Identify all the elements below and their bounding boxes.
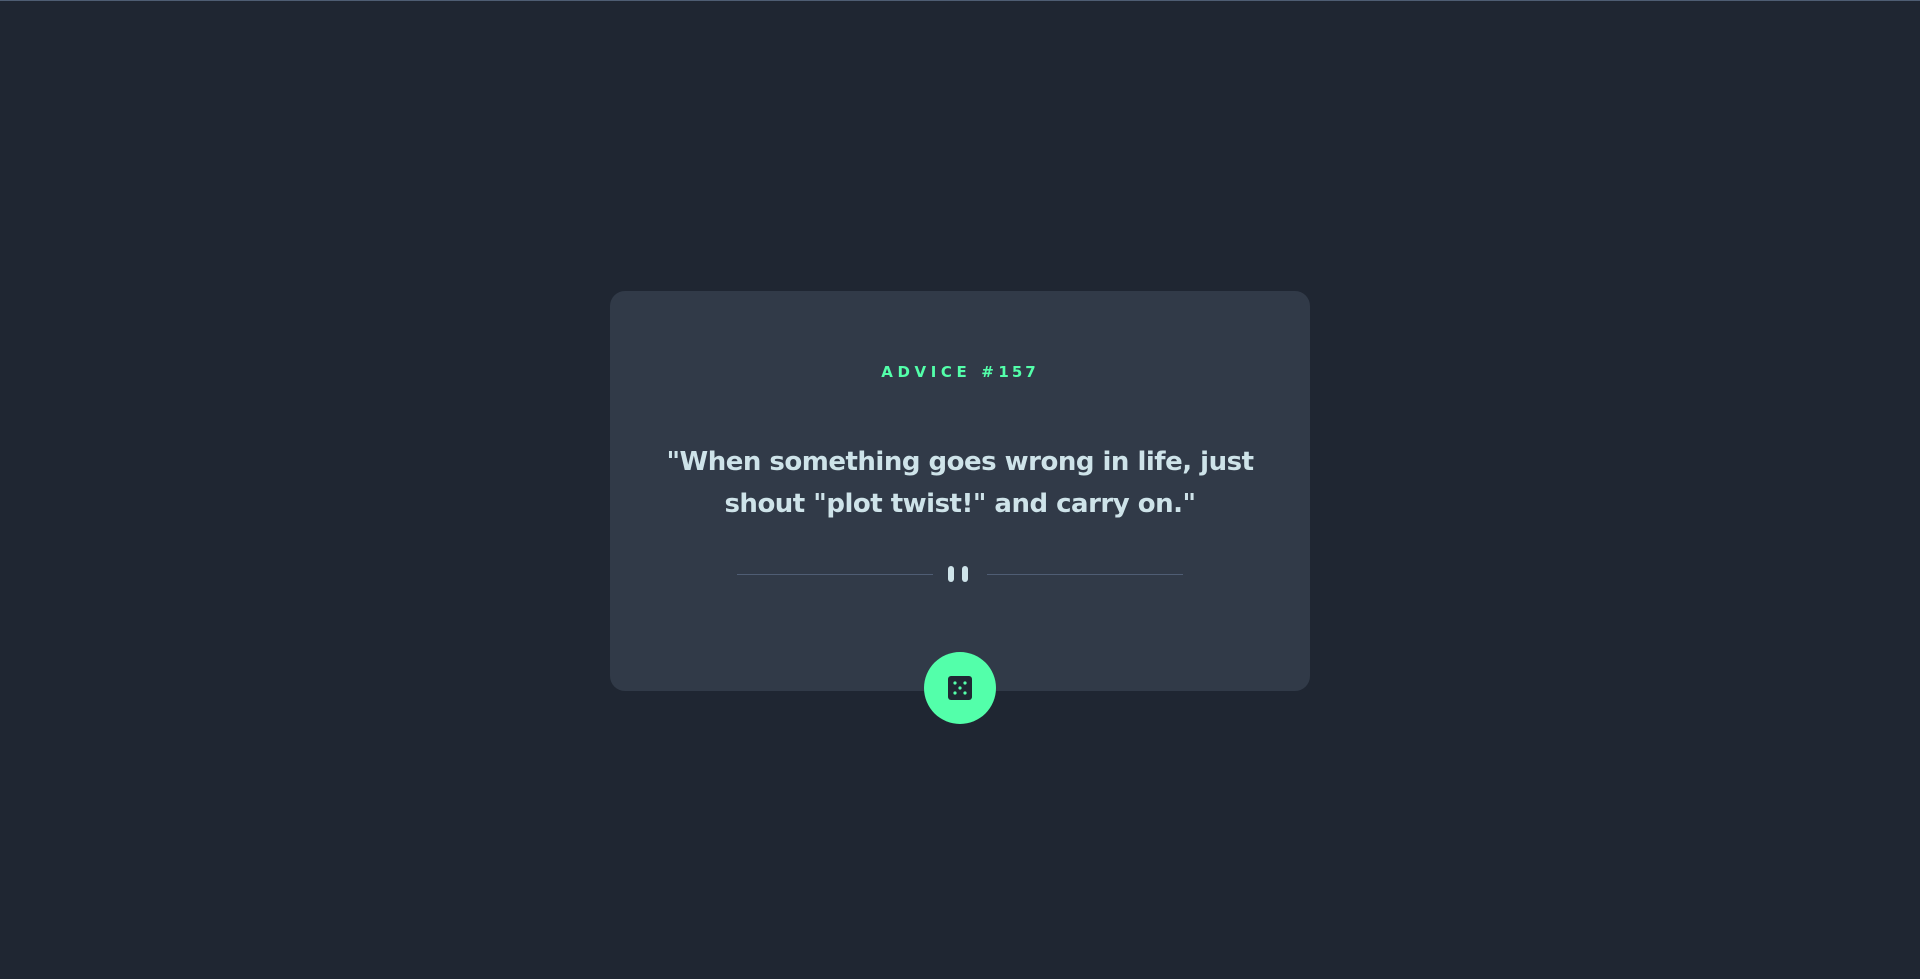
advice-card: ADVICE #157 "When something goes wrong i…	[610, 291, 1310, 724]
advice-label: ADVICE #	[881, 363, 999, 381]
top-border	[0, 0, 1920, 1]
dice-icon	[948, 676, 972, 700]
divider-line-left	[737, 574, 933, 575]
advice-number: 157	[998, 363, 1039, 381]
pause-icon	[948, 566, 972, 582]
advice-quote: "When something goes wrong in life, just…	[666, 447, 1254, 519]
pattern-divider	[737, 564, 1183, 584]
divider-line-right	[987, 574, 1183, 575]
advice-heading: ADVICE #157	[610, 362, 1310, 382]
new-advice-button[interactable]	[924, 652, 996, 724]
